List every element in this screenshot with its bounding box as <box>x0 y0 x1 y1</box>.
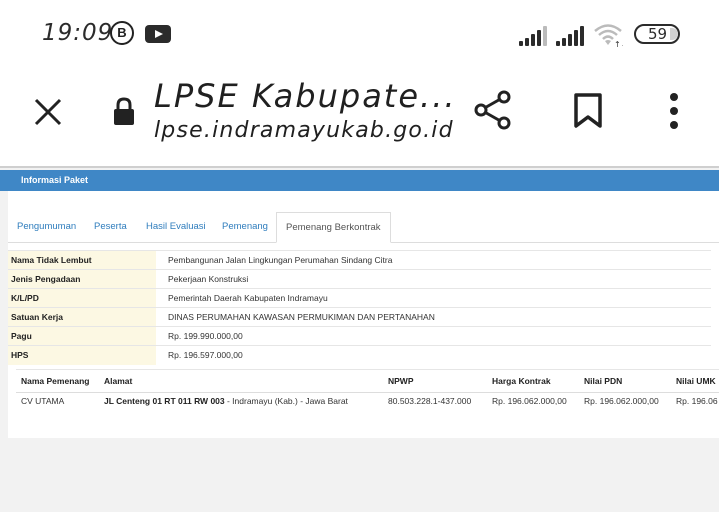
web-content: Informasi Paket Pengumuman Peserta Hasil… <box>0 168 719 512</box>
info-value: Pekerjaan Konstruksi <box>168 274 249 284</box>
info-value: Pemerintah Daerah Kabupaten Indramayu <box>168 293 328 303</box>
column-header: Nilai PDN <box>584 376 623 386</box>
battery-icon: 59 <box>634 24 680 44</box>
winner-nilai-umk: Rp. 196.06 <box>676 396 718 406</box>
tab-hasil-evaluasi[interactable]: Hasil Evaluasi <box>146 212 206 242</box>
address-region: - Indramayu (Kab.) - Jawa Barat <box>224 396 348 406</box>
lock-icon[interactable] <box>113 97 135 127</box>
page-url[interactable]: lpse.indramayukab.go.id <box>154 118 454 143</box>
section-title: Informasi Paket <box>21 175 89 185</box>
close-icon[interactable] <box>33 97 63 127</box>
content-panel: Pengumuman Peserta Hasil Evaluasi Pemena… <box>8 191 719 438</box>
column-header: Harga Kontrak <box>492 376 551 386</box>
more-menu-icon[interactable] <box>666 93 682 129</box>
winner-harga-kontrak: Rp. 196.062.000,00 <box>492 396 567 406</box>
bookmark-icon[interactable] <box>573 93 603 129</box>
column-header: Alamat <box>104 376 133 386</box>
info-label: Nama Tidak Lembut <box>8 251 156 270</box>
info-row: K/L/PD Pemerintah Daerah Kabupaten Indra… <box>8 288 711 308</box>
clock: 19:09 <box>42 20 114 46</box>
winner-name: CV UTAMA <box>21 396 65 406</box>
section-header: Informasi Paket <box>0 170 719 191</box>
address-street: JL Centeng 01 RT 011 RW 003 <box>104 396 225 406</box>
column-header: Nilai UMK <box>676 376 716 386</box>
page-title[interactable]: LPSE Kabupate... <box>154 77 457 115</box>
info-label: Jenis Pengadaan <box>8 270 156 289</box>
status-bar: 19:09 B ↑↓ 59 <box>0 0 719 66</box>
winner-npwp: 80.503.228.1-437.000 <box>388 396 472 406</box>
browser-toolbar: LPSE Kabupate... lpse.indramayukab.go.id <box>0 66 719 166</box>
table-row: CV UTAMA JL Centeng 01 RT 011 RW 003 - I… <box>16 391 719 411</box>
info-value: DINAS PERUMAHAN KAWASAN PERMUKIMAN DAN P… <box>168 312 435 322</box>
svg-text:↑↓: ↑↓ <box>614 40 623 48</box>
info-label: Pagu <box>8 327 156 346</box>
winner-nilai-pdn: Rp. 196.062.000,00 <box>584 396 659 406</box>
info-value: Rp. 199.990.000,00 <box>168 331 243 341</box>
info-label: HPS <box>8 346 156 365</box>
tab-peserta[interactable]: Peserta <box>94 212 127 242</box>
tab-pengumuman[interactable]: Pengumuman <box>17 212 76 242</box>
winner-address: JL Centeng 01 RT 011 RW 003 - Indramayu … <box>104 391 348 411</box>
info-label: Satuan Kerja <box>8 308 156 327</box>
info-label: K/L/PD <box>8 289 156 308</box>
tab-pemenang[interactable]: Pemenang <box>222 212 268 242</box>
info-row: Jenis Pengadaan Pekerjaan Konstruksi <box>8 269 711 289</box>
info-row: Nama Tidak Lembut Pembangunan Jalan Ling… <box>8 250 711 270</box>
wifi-icon: ↑↓ <box>594 24 623 48</box>
info-row: HPS Rp. 196.597.000,00 <box>8 345 711 365</box>
signal-icon <box>519 24 549 46</box>
share-icon[interactable] <box>472 90 512 130</box>
info-value: Pembangunan Jalan Lingkungan Perumahan S… <box>168 255 393 265</box>
column-header: NPWP <box>388 376 414 386</box>
youtube-icon <box>145 25 171 43</box>
winner-table-header: Nama Pemenang Alamat NPWP Harga Kontrak … <box>16 369 719 393</box>
column-header: Nama Pemenang <box>21 376 90 386</box>
signal-icon-2 <box>556 24 586 46</box>
battery-level: 59 <box>648 25 668 43</box>
tab-pemenang-berkontrak[interactable]: Pemenang Berkontrak <box>276 212 391 243</box>
info-value: Rp. 196.597.000,00 <box>168 350 243 360</box>
info-row: Pagu Rp. 199.990.000,00 <box>8 326 711 346</box>
b-app-icon: B <box>110 21 134 45</box>
info-row: Satuan Kerja DINAS PERUMAHAN KAWASAN PER… <box>8 307 711 327</box>
tab-bar: Pengumuman Peserta Hasil Evaluasi Pemena… <box>8 212 719 243</box>
